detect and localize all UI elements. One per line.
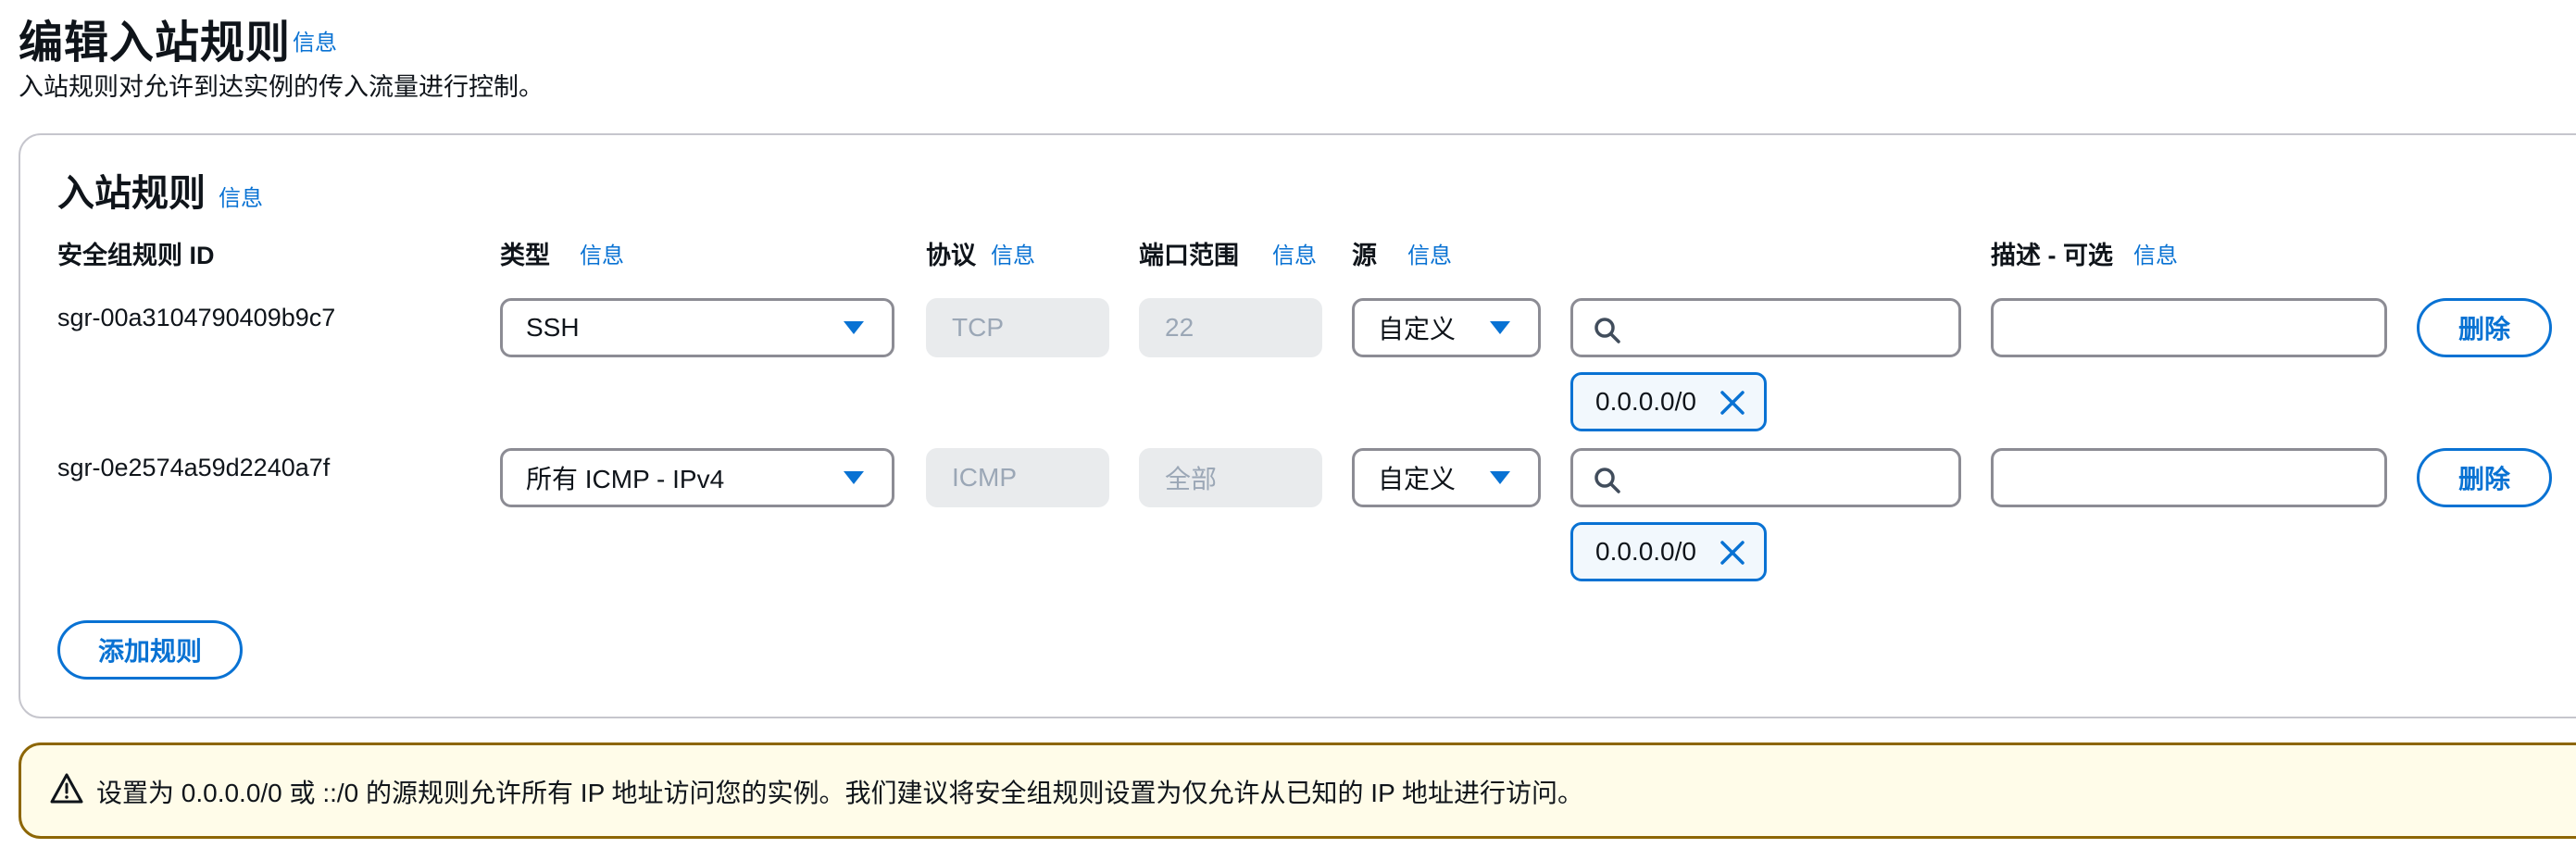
source-search-box [1570, 298, 1961, 357]
source-token-label: 0.0.0.0/0 [1595, 537, 1696, 566]
port-range-field: 全部 [1139, 448, 1322, 507]
rule-id: sgr-00a3104790409b9c7 [57, 304, 336, 331]
column-header-port-range: 端口范围 [1139, 242, 1239, 269]
port-range-field: 22 [1139, 298, 1322, 357]
close-icon[interactable] [1718, 538, 1747, 568]
protocol-field: TCP [926, 298, 1109, 357]
protocol-value: ICMP [952, 463, 1017, 492]
description-input[interactable] [2012, 456, 2364, 499]
delete-rule-button[interactable]: 删除 [2417, 298, 2552, 357]
add-rule-button[interactable]: 添加规则 [57, 620, 243, 680]
rule-id: sgr-0e2574a59d2240a7f [57, 454, 331, 481]
type-info-link[interactable]: 信息 [580, 237, 624, 269]
type-select[interactable]: 所有 ICMP - IPv4 [500, 448, 894, 507]
inbound-rules-panel [19, 133, 2576, 718]
source-search-input[interactable] [1632, 306, 1947, 349]
warning-text: 设置为 0.0.0.0/0 或 ::/0 的源规则允许所有 IP 地址访问您的实… [96, 779, 1584, 807]
source-token: 0.0.0.0/0 [1570, 522, 1767, 581]
close-icon[interactable] [1718, 388, 1747, 418]
description-box [1991, 448, 2387, 507]
caret-down-icon [844, 471, 864, 484]
column-header-source: 源 [1352, 242, 1377, 269]
source-search-box [1570, 448, 1961, 507]
search-icon [1594, 318, 1620, 343]
page-title: 编辑入站规则 [19, 19, 292, 68]
description-input[interactable] [2012, 306, 2364, 349]
type-select[interactable]: SSH [500, 298, 894, 357]
source-token-label: 0.0.0.0/0 [1595, 387, 1696, 416]
description-info-link[interactable]: 信息 [2133, 237, 2178, 269]
description-box [1991, 298, 2387, 357]
panel-info-link[interactable]: 信息 [219, 180, 263, 212]
type-select-value: 所有 ICMP - IPv4 [526, 465, 725, 493]
column-header-protocol: 协议 [926, 242, 976, 269]
caret-down-icon [1490, 471, 1510, 484]
warning-icon [50, 773, 83, 804]
type-select-value: SSH [526, 313, 580, 342]
column-header-type: 类型 [500, 242, 550, 269]
caret-down-icon [1490, 321, 1510, 334]
source-type-value: 自定义 [1378, 315, 1457, 343]
column-header-description: 描述 - 可选 [1991, 242, 2113, 269]
search-icon [1594, 468, 1620, 493]
panel-title: 入站规则 [57, 173, 206, 214]
port-range-value: 22 [1165, 313, 1194, 342]
column-header-rule-id: 安全组规则 ID [57, 242, 215, 269]
source-type-value: 自定义 [1378, 465, 1457, 493]
title-info-link[interactable]: 信息 [293, 24, 337, 56]
protocol-info-link[interactable]: 信息 [991, 237, 1035, 269]
source-search-input[interactable] [1632, 456, 1947, 499]
port-range-value: 全部 [1165, 465, 1218, 493]
page-description: 入站规则对允许到达实例的传入流量进行控制。 [19, 73, 544, 101]
protocol-field: ICMP [926, 448, 1109, 507]
source-info-link[interactable]: 信息 [1407, 237, 1452, 269]
source-type-select[interactable]: 自定义 [1352, 298, 1541, 357]
source-token: 0.0.0.0/0 [1570, 372, 1767, 431]
caret-down-icon [844, 321, 864, 334]
source-type-select[interactable]: 自定义 [1352, 448, 1541, 507]
port-range-info-link[interactable]: 信息 [1272, 237, 1317, 269]
delete-rule-button[interactable]: 删除 [2417, 448, 2552, 507]
protocol-value: TCP [952, 313, 1004, 342]
